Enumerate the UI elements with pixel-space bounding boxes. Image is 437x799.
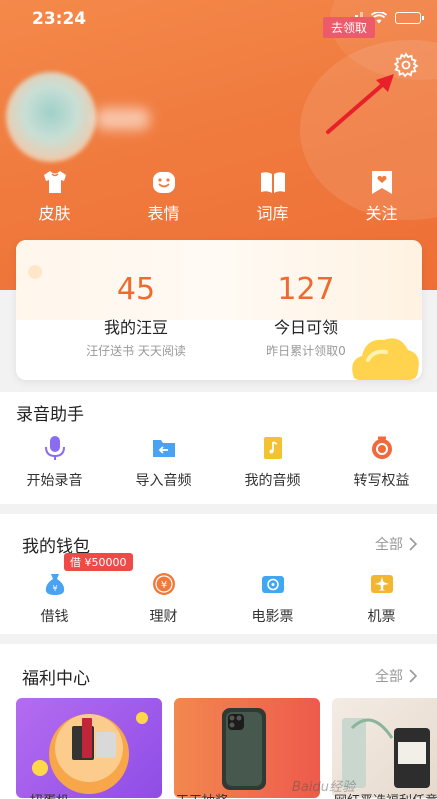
chevron-right-icon <box>409 537 417 551</box>
bookmark-heart-icon <box>371 171 392 194</box>
watermark: Baidu经验 <box>292 780 355 795</box>
annotation-arrow-icon <box>326 74 394 134</box>
transcription-rights-button[interactable]: 转写权益 <box>327 434 436 490</box>
item-label: 机票 <box>367 609 396 625</box>
avatar[interactable] <box>6 72 96 162</box>
claim-button[interactable]: 去领取 <box>323 17 376 38</box>
tshirt-icon <box>43 171 66 193</box>
money-bag-icon: ¥ <box>45 574 64 595</box>
quick-action-emoji[interactable]: 表情 <box>109 168 218 224</box>
claimable-value: 127 <box>277 272 335 307</box>
airplane-icon <box>370 575 393 593</box>
audio-file-icon <box>263 437 282 459</box>
finance-button[interactable]: ¥ 理财 <box>109 570 218 626</box>
wallet-more-link[interactable]: 全部 <box>375 534 417 554</box>
quick-action-label: 表情 <box>147 204 180 223</box>
welfare-more-link[interactable]: 全部 <box>375 666 417 686</box>
item-label: 转写权益 <box>353 473 410 489</box>
borrow-button[interactable]: ¥ 借钱 <box>0 570 109 626</box>
quick-actions-row: 皮肤 表情 词库 关注 <box>0 168 437 224</box>
more-label: 全部 <box>375 669 403 685</box>
username-blurred[interactable] <box>95 108 150 130</box>
quick-action-label: 皮肤 <box>38 204 71 223</box>
flight-ticket-button[interactable]: 机票 <box>327 570 436 626</box>
section-title: 福利中心 <box>22 669 90 689</box>
wallet-row: ¥ 借钱 ¥ 理财 电影票 机票 <box>0 570 437 626</box>
coin-pile-icon <box>352 338 419 380</box>
my-audio-button[interactable]: 我的音频 <box>218 434 327 490</box>
quick-action-label: 词库 <box>256 204 289 223</box>
yuan-coin-icon: ¥ <box>152 573 175 595</box>
chevron-right-icon <box>409 669 417 683</box>
item-label: 导入音频 <box>135 473 192 489</box>
welfare-card-gacha[interactable] <box>16 698 162 798</box>
svg-text:¥: ¥ <box>160 580 166 591</box>
movie-ticket-button[interactable]: 电影票 <box>218 570 327 626</box>
quick-action-follow[interactable]: 关注 <box>327 168 436 224</box>
more-label: 全部 <box>375 537 403 553</box>
welfare-card-label: 扭蛋机 <box>30 790 160 799</box>
battery-icon <box>395 12 424 24</box>
item-label: 借钱 <box>40 609 69 625</box>
quick-action-lexicon[interactable]: 词库 <box>218 168 327 224</box>
start-recording-button[interactable]: 开始录音 <box>0 434 109 490</box>
status-time: 23:24 <box>32 9 87 29</box>
item-label: 开始录音 <box>26 473 83 489</box>
wallet-section: 我的钱包 全部 ¥ 借钱 ¥ 理财 电影票 机票 <box>0 514 437 634</box>
item-label: 我的音频 <box>244 473 301 489</box>
quick-action-label: 关注 <box>365 204 398 223</box>
film-reel-icon <box>261 576 284 593</box>
section-title: 录音助手 <box>16 405 84 425</box>
import-audio-button[interactable]: 导入音频 <box>109 434 218 490</box>
book-icon <box>260 172 285 193</box>
microphone-icon <box>44 436 65 460</box>
transcribe-icon <box>371 436 392 459</box>
loan-limit-badge: 借 ¥50000 <box>64 553 133 571</box>
item-label: 电影票 <box>251 609 294 625</box>
svg-text:¥: ¥ <box>52 584 57 593</box>
item-label: 理财 <box>149 609 178 625</box>
recording-row: 开始录音 导入音频 我的音频 转写权益 <box>0 434 437 490</box>
smiley-icon <box>152 172 175 193</box>
quick-action-skin[interactable]: 皮肤 <box>0 168 109 224</box>
decoration-dot <box>28 265 42 279</box>
recording-section: 录音助手 开始录音 导入音频 我的音频 转写权益 <box>0 392 437 504</box>
gacha-machine-image <box>32 712 148 794</box>
import-folder-icon <box>152 440 175 457</box>
